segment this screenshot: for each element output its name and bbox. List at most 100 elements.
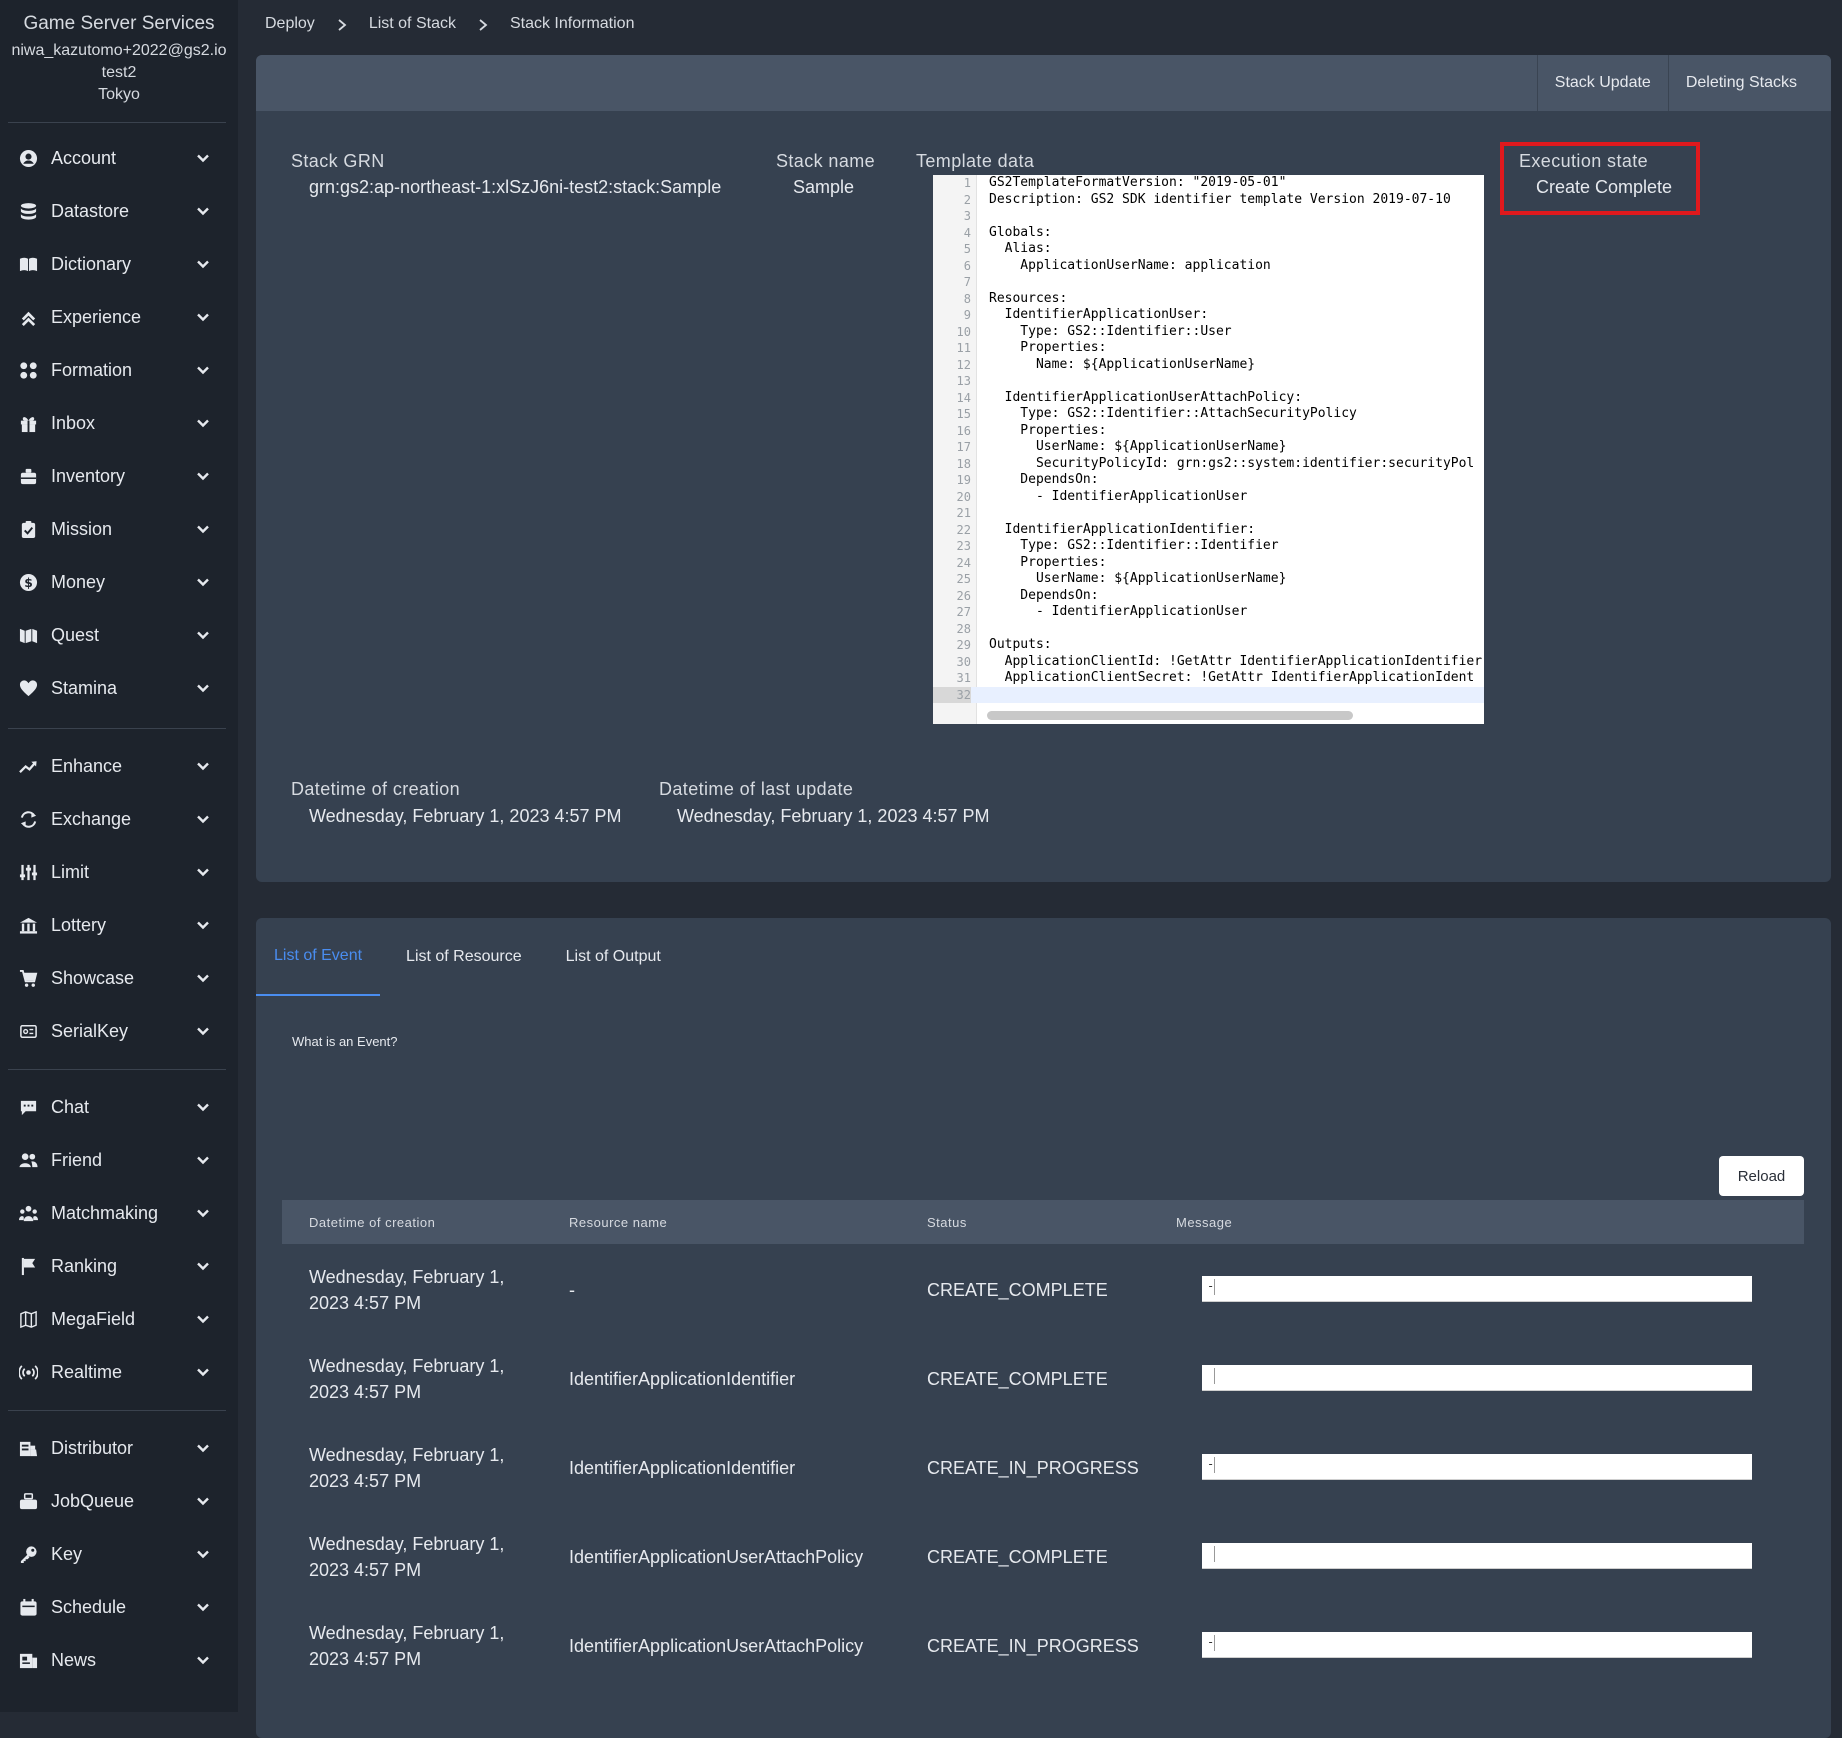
chevron-down-icon[interactable] [196,865,210,879]
chevron-down-icon[interactable] [196,204,210,218]
chevron-down-icon[interactable] [196,918,210,932]
line-number: 28 [956,621,971,636]
sidebar-item-lottery[interactable]: Lottery [0,899,238,952]
sidebar-item-experience[interactable]: Experience [0,291,238,344]
line-number: 29 [956,638,971,652]
sidebar-item-quest[interactable]: Quest [0,609,238,662]
code-text: Alias: [989,241,1052,256]
chevron-down-icon[interactable] [196,1441,210,1455]
sidebar-item-key[interactable]: Key [0,1528,238,1581]
chevron-down-icon[interactable] [196,1365,210,1379]
sidebar-item-account[interactable]: Account [0,132,238,185]
sidebar: Game Server Services niwa_kazutomo+2022@… [0,0,238,1712]
code-text: Type: GS2::Identifier::User [989,323,1232,339]
tab-list-of-resource[interactable]: List of Resource [380,918,540,996]
tab-list-of-output[interactable]: List of Output [540,918,679,996]
what-is-event-link[interactable]: What is an Event? [292,1034,398,1049]
sidebar-item-ranking[interactable]: Ranking [0,1240,238,1293]
chevron-down-icon[interactable] [196,759,210,773]
sidebar-item-label: Realtime [51,1362,123,1382]
code-line: 16 Properties: [933,423,1484,440]
key-icon [18,1545,38,1565]
sidebar-item-datastore[interactable]: Datastore [0,185,238,238]
sidebar-item-formation[interactable]: Formation [0,344,238,397]
breadcrumb-list-of-stack[interactable]: List of Stack [369,15,456,33]
sidebar-item-label: Mission [51,519,113,539]
chevron-down-icon[interactable] [196,812,210,826]
account-info: niwa_kazutomo+2022@gs2.io test2 Tokyo [0,40,238,106]
event-message-field[interactable] [1202,1543,1752,1569]
sidebar-item-dictionary[interactable]: Dictionary [0,238,238,291]
sidebar-item-chat[interactable]: Chat [0,1081,238,1134]
chevron-down-icon[interactable] [196,971,210,985]
code-text: DependsOn: [989,587,1099,603]
sidebar-item-matchmaking[interactable]: Matchmaking [0,1187,238,1240]
sidebar-item-mission[interactable]: Mission [0,503,238,556]
chevron-down-icon[interactable] [196,469,210,483]
chevron-down-icon[interactable] [196,575,210,589]
event-message-field[interactable]: - [1202,1454,1752,1480]
event-message-field[interactable]: - [1202,1632,1752,1658]
sidebar-item-exchange[interactable]: Exchange [0,793,238,846]
sidebar-item-money[interactable]: $ Money [0,556,238,609]
chevron-down-icon[interactable] [196,1653,210,1667]
column-header-resource: Resource name [569,1214,668,1230]
chevron-down-icon[interactable] [196,416,210,430]
stack-update-button[interactable]: Stack Update [1536,55,1668,111]
chevron-down-icon[interactable] [196,628,210,642]
sidebar-item-stamina[interactable]: Stamina [0,662,238,715]
code-lines: 1 GS2TemplateFormatVersion: "2019-05-01" 2… [933,175,1484,703]
sidebar-item-distributor[interactable]: Distributor [0,1422,238,1475]
chevron-down-icon[interactable] [196,1312,210,1326]
line-number: 6 [963,258,971,273]
code-text: ApplicationClientId: !GetAttr Identifier… [989,653,1483,669]
sidebar-item-inbox[interactable]: Inbox [0,397,238,450]
chevron-down-icon[interactable] [196,1494,210,1508]
code-text: Globals: [989,224,1052,240]
code-text: ApplicationUserName: application [989,257,1271,273]
template-code-editor[interactable]: 1 GS2TemplateFormatVersion: "2019-05-01" 2… [933,175,1484,724]
sidebar-item-schedule[interactable]: Schedule [0,1581,238,1634]
sidebar-item-label: Inbox [51,413,96,433]
code-text: Type: GS2::Identifier::AttachSecurityPol… [989,406,1357,421]
chevron-down-icon[interactable] [196,310,210,324]
reload-button[interactable]: Reload [1719,1156,1804,1196]
event-message-field[interactable] [1202,1365,1752,1391]
horizontal-scrollbar[interactable] [987,711,1353,720]
sidebar-item-showcase[interactable]: Showcase [0,952,238,1005]
sidebar-item-label: Showcase [51,968,135,988]
chevron-down-icon[interactable] [196,681,210,695]
tab-list-of-event[interactable]: List of Event [256,918,381,996]
delete-stack-button[interactable]: Deleting Stacks [1667,55,1831,111]
event-message-field[interactable]: - [1202,1276,1752,1302]
sidebar-item-megafield[interactable]: MegaField [0,1293,238,1346]
chevron-down-icon[interactable] [196,151,210,165]
chevron-down-icon[interactable] [196,1206,210,1220]
sidebar-item-news[interactable]: News [0,1634,238,1687]
chevron-down-icon[interactable] [196,257,210,271]
sidebar-item-serialkey[interactable]: SerialKey [0,1005,238,1058]
sidebar-item-label: Experience [51,307,142,327]
chevron-down-icon[interactable] [196,1153,210,1167]
chevron-down-icon[interactable] [196,1547,210,1561]
line-number: 23 [956,539,971,553]
sidebar-item-friend[interactable]: Friend [0,1134,238,1187]
sidebar-item-enhance[interactable]: Enhance [0,740,238,793]
code-line: 8 Resources: [933,291,1484,308]
chevron-down-icon[interactable] [196,1024,210,1038]
sidebar-item-limit[interactable]: Limit [0,846,238,899]
sidebar-item-inventory[interactable]: Inventory [0,450,238,503]
code-text: UserName: ${ApplicationUserName} [989,571,1287,586]
sidebar-item-label: Limit [51,862,90,882]
sidebar-item-jobqueue[interactable]: JobQueue [0,1475,238,1528]
chevron-down-icon[interactable] [196,363,210,377]
chevron-down-icon[interactable] [196,522,210,536]
sidebar-item-label: Exchange [51,809,132,829]
chevron-down-icon[interactable] [196,1259,210,1273]
line-number: 19 [956,473,971,487]
breadcrumb-deploy[interactable]: Deploy [265,15,315,33]
chevron-down-icon[interactable] [196,1100,210,1114]
code-text: - IdentifierApplicationUser [989,604,1248,619]
chevron-down-icon[interactable] [196,1600,210,1614]
sidebar-item-realtime[interactable]: Realtime [0,1346,238,1399]
